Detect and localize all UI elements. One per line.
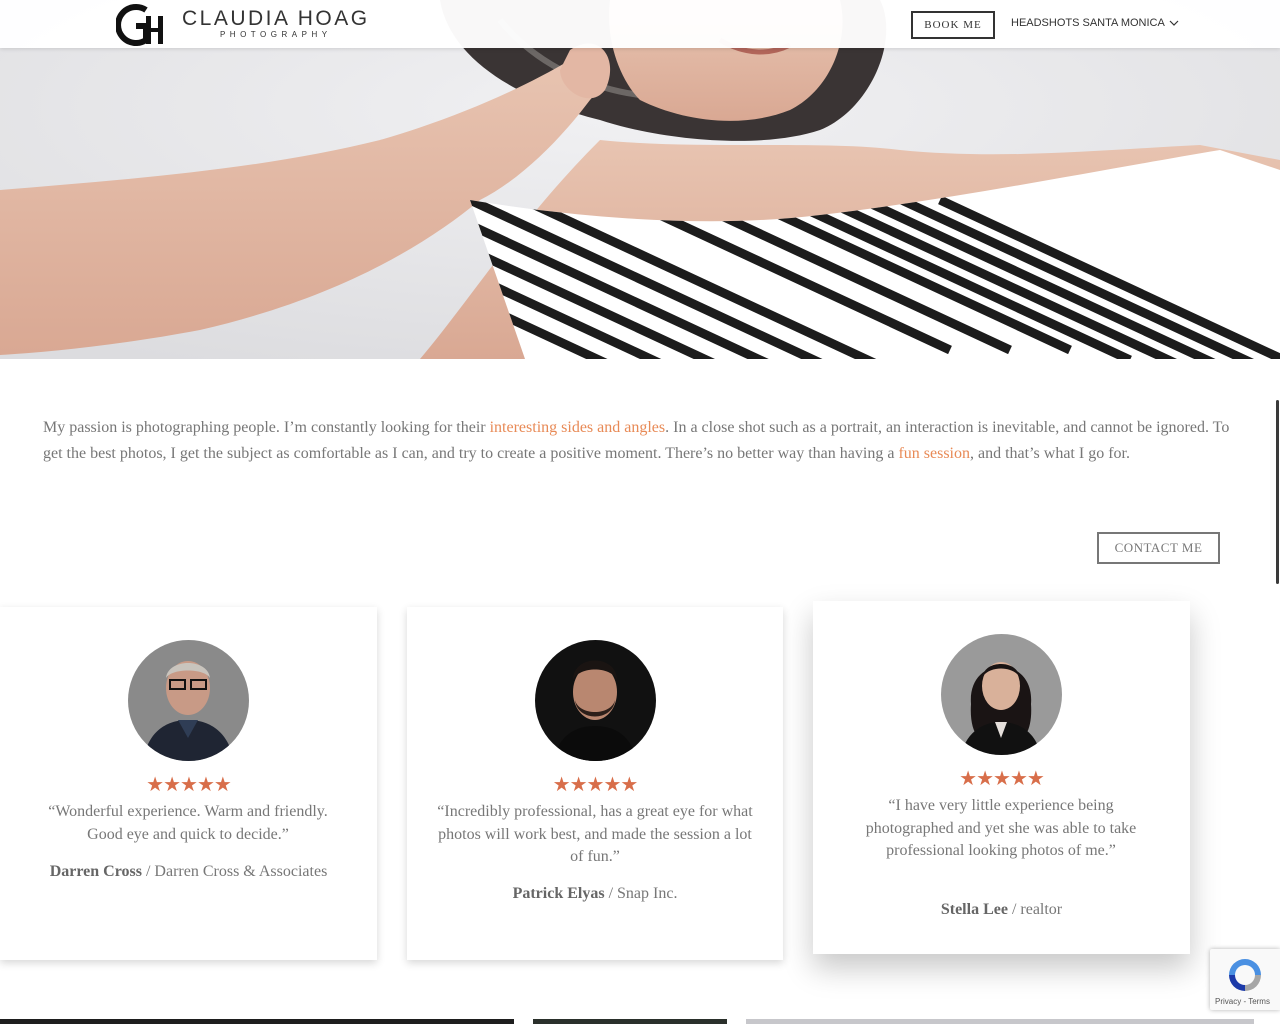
testimonial-card: ★★★★★ “Wonderful experience. Warm and fr… <box>0 607 377 960</box>
author-company: / realtor <box>1007 901 1063 918</box>
site-logo[interactable]: CLAUDIA HOAG PHOTOGRAPHY <box>116 2 370 46</box>
ch-monogram-icon <box>116 4 163 46</box>
logo-name: CLAUDIA HOAG <box>182 7 370 30</box>
testimonial-quote: “Wonderful experience. Warm and friendly… <box>48 803 328 843</box>
chevron-down-icon <box>1169 20 1179 26</box>
author-company: / Darren Cross & Associates <box>141 863 328 880</box>
intro-text-3: , and that’s what I go for. <box>970 445 1130 462</box>
avatar-photo-stella <box>941 634 1062 755</box>
author-name: Stella Lee <box>940 901 1008 918</box>
testimonial-card: ★★★★★ “Incredibly professional, has a gr… <box>407 607 783 960</box>
rating-stars: ★★★★★ <box>959 768 1045 790</box>
testimonial-author: Darren Cross / Darren Cross & Associates <box>0 863 377 881</box>
recaptcha-icon <box>1229 959 1261 991</box>
author-company: / Snap Inc. <box>604 885 678 902</box>
intro-paragraph: My passion is photographing people. I’m … <box>43 415 1233 467</box>
recaptcha-terms[interactable]: Privacy - Terms <box>1215 997 1270 1006</box>
avatar <box>128 640 249 761</box>
gallery-image-1[interactable] <box>0 1019 514 1024</box>
avatar-photo-patrick <box>535 640 656 761</box>
rating-stars: ★★★★★ <box>146 774 232 796</box>
page-scrollbar[interactable] <box>1276 400 1279 584</box>
intro-text-1: My passion is photographing people. I’m … <box>43 419 490 436</box>
fun-session-link[interactable]: fun session <box>898 445 970 462</box>
avatar-photo-darren <box>128 640 249 761</box>
author-name: Darren Cross <box>49 863 142 880</box>
site-header: CLAUDIA HOAG PHOTOGRAPHY BOOK ME HEADSHO… <box>0 0 1280 48</box>
gallery-image-3[interactable] <box>746 1019 1254 1024</box>
testimonial-card: ★★★★★ “I have very little experience bei… <box>813 601 1190 954</box>
testimonial-author: Stella Lee / realtor <box>813 901 1190 919</box>
location-dropdown-label: HEADSHOTS SANTA MONICA <box>1011 17 1165 29</box>
hero-portrait-image <box>0 0 1280 359</box>
book-me-button[interactable]: BOOK ME <box>911 11 995 39</box>
avatar <box>535 640 656 761</box>
testimonial-author: Patrick Elyas / Snap Inc. <box>407 885 783 903</box>
location-dropdown[interactable]: HEADSHOTS SANTA MONICA <box>1011 17 1179 29</box>
testimonial-quote: “Incredibly professional, has a great ey… <box>437 803 753 865</box>
logo-subtitle: PHOTOGRAPHY <box>219 30 332 39</box>
author-name: Patrick Elyas <box>512 885 605 902</box>
recaptcha-badge[interactable]: Privacy - Terms <box>1210 949 1280 1010</box>
interesting-sides-link[interactable]: interesting sides and angles <box>490 419 666 436</box>
contact-me-button[interactable]: CONTACT ME <box>1097 532 1220 564</box>
logo-wordmark: CLAUDIA HOAG PHOTOGRAPHY <box>182 8 370 40</box>
hero-photo <box>0 0 1280 359</box>
rating-stars: ★★★★★ <box>552 774 639 796</box>
testimonial-quote: “I have very little experience being pho… <box>865 797 1137 859</box>
avatar <box>941 634 1062 755</box>
gallery-image-2[interactable] <box>533 1019 727 1024</box>
